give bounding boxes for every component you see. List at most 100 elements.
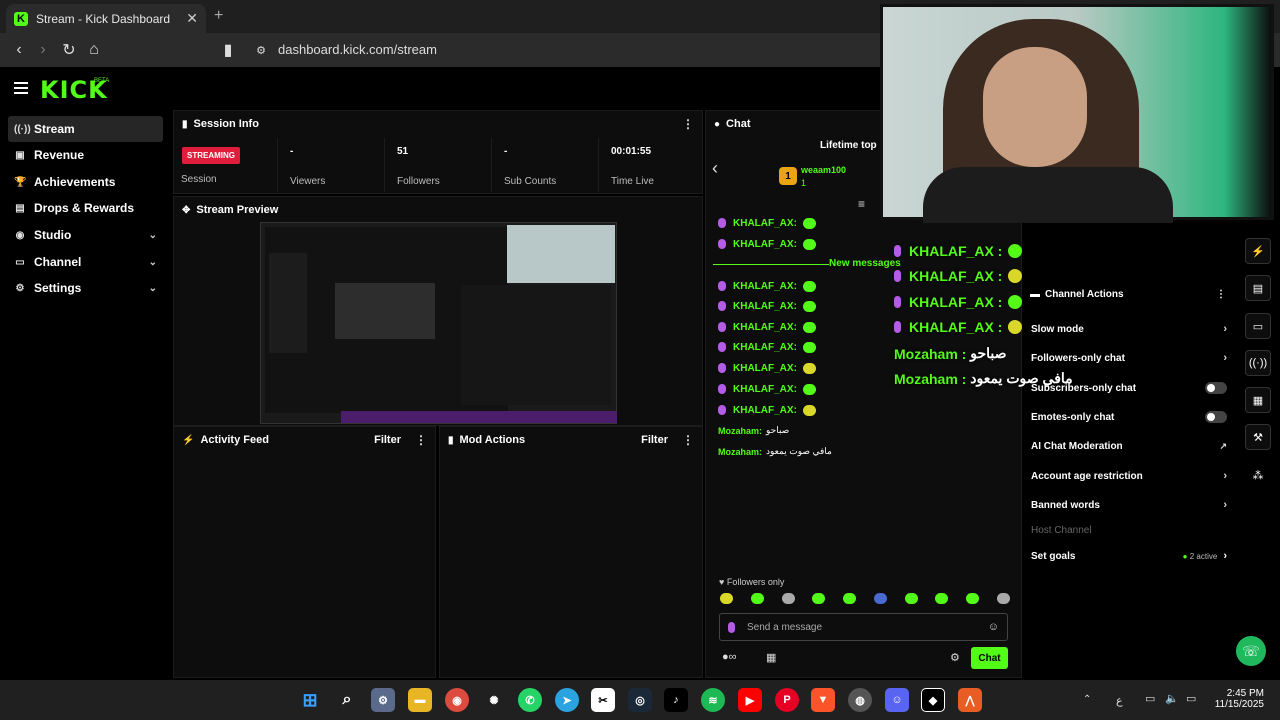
chat-username[interactable]: Mozaham: <box>718 426 762 436</box>
more-options-icon[interactable]: ⋮ <box>682 433 694 447</box>
subscribers-only-toggle[interactable] <box>1205 382 1227 394</box>
document-icon[interactable]: ▤ <box>1245 275 1271 301</box>
emote-icon[interactable] <box>720 593 733 604</box>
file-explorer-icon[interactable]: ▬ <box>408 688 432 712</box>
discord-icon[interactable]: ☺ <box>885 688 909 712</box>
emote-icon[interactable] <box>873 593 887 604</box>
sidebar-item-stream[interactable]: ((·)) Stream <box>8 116 163 142</box>
settings-app-icon[interactable]: ⚙ <box>371 688 395 712</box>
chat-message[interactable]: KHALAF_AX: <box>718 361 816 375</box>
whatsapp-icon[interactable]: ✆ <box>518 688 542 712</box>
chat-username[interactable]: KHALAF_AX <box>733 239 794 250</box>
emote-icon[interactable] <box>935 593 949 604</box>
sidebar-item-drops[interactable]: ▤ Drops & Rewards <box>8 195 163 221</box>
chat-message[interactable]: Mozaham: مافي صوت يمعود <box>718 446 832 457</box>
network-icon[interactable]: ▭ <box>1145 692 1155 705</box>
chat-username[interactable]: KHALAF_AX <box>733 281 794 292</box>
tiktok-icon[interactable]: ♪ <box>664 688 688 712</box>
home-icon[interactable]: ⌂ <box>85 41 103 59</box>
send-chat-button[interactable]: Chat <box>971 647 1008 669</box>
community-icon[interactable]: ⁂ <box>1245 462 1271 488</box>
chat-username[interactable]: KHALAF_AX <box>733 363 794 374</box>
lightning-icon[interactable]: ⚡ <box>1245 238 1271 264</box>
volume-icon[interactable]: 🔈 <box>1165 692 1179 705</box>
wrench-icon[interactable]: ⚒ <box>1245 424 1271 450</box>
emote-icon[interactable] <box>904 593 918 604</box>
youtube-icon[interactable]: ▶ <box>738 688 762 712</box>
emote-icon[interactable] <box>843 593 857 604</box>
emote-icon[interactable] <box>812 593 826 604</box>
gear-icon[interactable]: ⚙ <box>950 651 960 664</box>
chatgpt-icon[interactable]: ✺ <box>482 688 506 712</box>
filter-button[interactable]: Filter <box>374 434 401 446</box>
filter-button[interactable]: Filter <box>641 434 668 446</box>
chat-username[interactable]: KHALAF_AX <box>733 405 794 416</box>
emote-icon[interactable] <box>750 593 764 604</box>
emote-icon[interactable] <box>781 593 795 604</box>
address-bar[interactable]: dashboard.kick.com/stream <box>272 39 872 61</box>
chat-username[interactable]: KHALAF_AX <box>733 301 794 312</box>
chat-bubble-icon[interactable]: ▭ <box>1245 313 1271 339</box>
set-goals-item[interactable]: Set goals ● 2 active › <box>1031 546 1227 566</box>
host-channel-item[interactable]: Host Channel <box>1031 520 1227 540</box>
slow-mode-item[interactable]: Slow mode › <box>1031 319 1227 339</box>
layout-icon[interactable]: ▦ <box>1245 387 1271 413</box>
top-user-name[interactable]: weaam100 <box>801 165 846 175</box>
broadcast-icon[interactable]: ((·)) <box>1245 350 1271 376</box>
browser-tab[interactable]: K Stream - Kick Dashboard ✕ <box>6 4 206 33</box>
obs-icon[interactable]: ◍ <box>848 688 872 712</box>
stream-preview-video[interactable] <box>260 222 617 424</box>
spotify-icon[interactable]: ≋ <box>701 688 725 712</box>
battery-icon[interactable]: ▭ <box>1186 692 1196 705</box>
menu-icon[interactable] <box>14 80 28 94</box>
more-options-icon[interactable]: ⋮ <box>1216 289 1226 300</box>
emote-icon[interactable] <box>966 593 980 604</box>
account-age-item[interactable]: Account age restriction › <box>1031 466 1227 486</box>
chat-message[interactable]: KHALAF_AX: <box>718 403 816 417</box>
chat-message[interactable]: KHALAF_AX: <box>718 299 816 313</box>
forward-icon[interactable]: › <box>34 41 52 59</box>
chevron-left-icon[interactable]: ‹ <box>712 158 718 179</box>
chat-input[interactable]: Send a message ☺ <box>719 613 1008 641</box>
app-icon[interactable]: ⋀ <box>958 688 982 712</box>
chat-message[interactable]: KHALAF_AX: <box>718 237 816 251</box>
sidebar-item-revenue[interactable]: ▣ Revenue <box>8 142 163 168</box>
emoji-icon[interactable]: ☺ <box>988 621 999 633</box>
site-info-icon[interactable]: ⚙ <box>252 41 270 59</box>
subscribers-only-item[interactable]: Subscribers-only chat <box>1031 378 1227 398</box>
bookmark-icon[interactable]: ▮ <box>219 41 237 59</box>
search-icon[interactable]: ⌕ <box>335 688 359 712</box>
brave-icon[interactable]: ▼ <box>811 688 835 712</box>
sidebar-item-channel[interactable]: ▭ Channel ⌄ <box>8 249 163 275</box>
new-tab-icon[interactable]: + <box>214 7 223 25</box>
back-icon[interactable]: ‹ <box>10 41 28 59</box>
badges-icon[interactable]: ●∞ <box>722 651 737 663</box>
more-options-icon[interactable]: ⋮ <box>682 117 694 131</box>
chat-message[interactable]: KHALAF_AX: <box>718 320 816 334</box>
emote-icon[interactable] <box>996 593 1010 604</box>
telegram-icon[interactable]: ➤ <box>555 688 579 712</box>
sidebar-item-achievements[interactable]: 🏆 Achievements <box>8 169 163 195</box>
close-tab-icon[interactable]: ✕ <box>186 10 198 27</box>
ai-moderation-item[interactable]: AI Chat Moderation ↗ <box>1031 436 1227 456</box>
chat-message[interactable]: Mozaham: صباحو <box>718 425 789 436</box>
chat-message[interactable]: KHALAF_AX: <box>718 340 816 354</box>
app-icon[interactable]: ◆ <box>921 688 945 712</box>
chat-username[interactable]: KHALAF_AX <box>733 384 794 395</box>
chat-username[interactable]: KHALAF_AX <box>733 218 794 229</box>
chat-username[interactable]: KHALAF_AX <box>733 322 794 333</box>
banned-words-item[interactable]: Banned words › <box>1031 495 1227 515</box>
clock[interactable]: 2:45 PM 11/15/2025 <box>1212 688 1264 710</box>
sidebar-item-studio[interactable]: ◉ Studio ⌄ <box>8 222 163 248</box>
chat-message[interactable]: KHALAF_AX: <box>718 382 816 396</box>
emotes-only-toggle[interactable] <box>1205 411 1227 423</box>
more-options-icon[interactable]: ⋮ <box>415 433 427 447</box>
chevron-up-icon[interactable]: ⌃ <box>1083 694 1091 705</box>
chat-username[interactable]: KHALAF_AX <box>733 342 794 353</box>
capcut-icon[interactable]: ✂ <box>591 688 615 712</box>
windows-start-icon[interactable]: ⊞ <box>298 688 322 712</box>
pin-icon[interactable]: ≡ <box>858 197 865 211</box>
followers-only-item[interactable]: Followers-only chat › <box>1031 348 1227 368</box>
chat-username[interactable]: Mozaham: <box>718 447 762 457</box>
store-icon[interactable]: ▦ <box>766 651 776 664</box>
